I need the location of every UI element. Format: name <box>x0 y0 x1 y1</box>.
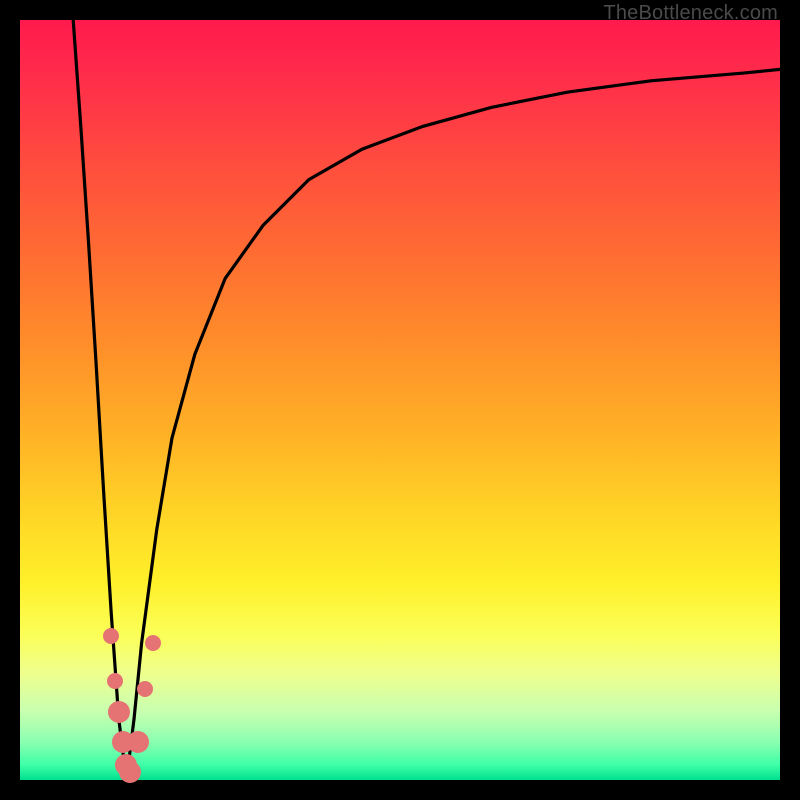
data-point <box>145 635 161 651</box>
data-point <box>127 731 149 753</box>
curve-right-branch <box>126 69 780 780</box>
data-point <box>137 681 153 697</box>
data-point <box>108 701 130 723</box>
chart-frame: TheBottleneck.com <box>0 0 800 800</box>
data-point <box>119 761 141 783</box>
data-point <box>107 673 123 689</box>
curve-left-branch <box>73 20 126 780</box>
curve-layer <box>20 20 780 780</box>
data-point <box>103 628 119 644</box>
plot-area <box>20 20 780 780</box>
